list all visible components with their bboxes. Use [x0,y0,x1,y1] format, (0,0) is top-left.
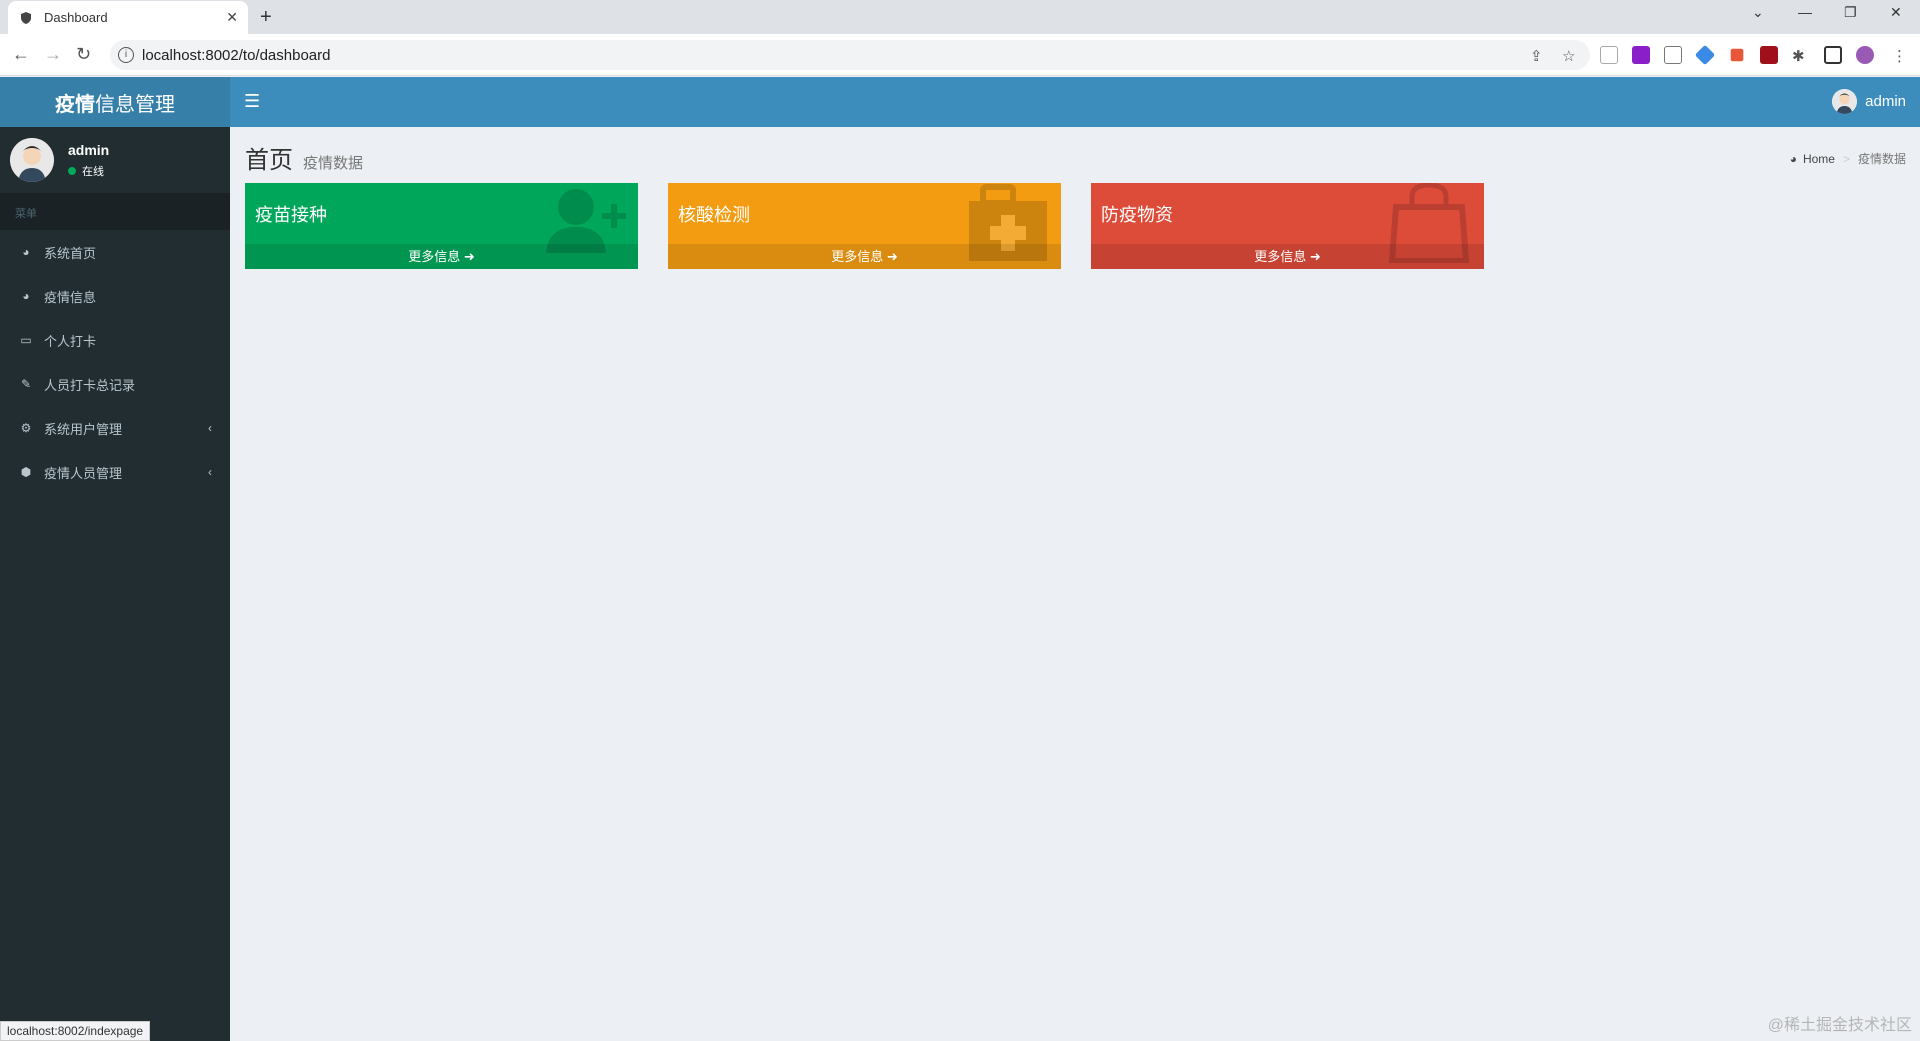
more-info-link[interactable]: 更多信息 ➜ [668,244,1061,269]
breadcrumb-separator: > [1842,151,1850,166]
tab-title: Dashboard [44,10,108,25]
sidebar-item-label: 系统用户管理 [44,421,123,437]
back-icon[interactable]: ← [12,44,30,65]
site-info-icon[interactable]: i [118,47,134,63]
ublock-icon[interactable] [1760,46,1778,64]
menu-kebab-icon[interactable]: ⋮ [1892,47,1907,65]
tab-search-icon[interactable]: ⌄ [1752,4,1764,21]
breadcrumb-home[interactable]: Home [1803,152,1835,166]
browser-tab[interactable]: Dashboard ✕ [8,1,248,34]
forward-icon[interactable]: → [44,44,62,65]
header-username: admin [1865,93,1906,110]
user-menu[interactable]: admin [1832,89,1906,114]
page-title: 首页 [245,147,293,174]
sidebar-item-label: 系统首页 [44,245,97,261]
extension-orange-icon[interactable] [1730,48,1744,62]
supplies-box: 防疫物资 更多信息 ➜ [1091,183,1484,269]
sidebar-item-epidemic-info[interactable]: ◕ 疫情信息 [0,274,230,318]
browser-toolbar: ← → ↻ i localhost:8002/to/dashboard ⇪ ☆ … [0,34,1920,76]
status-text: 在线 [82,165,104,178]
avatar [1832,89,1858,114]
sidebar-item-label: 人员打卡总记录 [44,377,136,393]
watermark: @稀土掘金技术社区 [1767,1017,1912,1034]
logo-bold: 疫情 [55,93,95,116]
dashboard-icon: ◕ [22,245,30,259]
extensions-puzzle-icon[interactable]: ✱ [1792,47,1805,65]
logo-rest: 信息管理 [95,93,175,116]
more-info-link[interactable]: 更多信息 ➜ [1091,244,1484,269]
user-panel: admin 在线 [0,127,230,193]
breadcrumb: ◕ Home > 疫情数据 [1790,150,1906,167]
extension-cursor-icon[interactable] [1600,46,1618,64]
shield-favicon-icon [18,10,34,26]
edit-icon: ✎ [20,377,32,391]
sidebar-item-checkin[interactable]: ▭ 个人打卡 [0,318,230,362]
dashboard-icon: ◕ [1789,151,1797,166]
box-title: 核酸检测 [678,205,750,225]
close-window-icon[interactable]: ✕ [1890,4,1902,21]
side-panel-icon[interactable] [1824,46,1842,64]
vaccination-box: 疫苗接种 更多信息 ➜ [245,183,638,269]
sidebar-item-label: 个人打卡 [44,333,97,349]
sidebar: admin 在线 菜单 ◕ 系统首页 ◕ 疫情信息 ▭ 个人打卡 ✎ 人员打卡总… [0,127,230,1041]
more-info-link[interactable]: 更多信息 ➜ [245,244,638,269]
content-header: 首页 疫情数据 [245,140,363,175]
sidebar-item-home[interactable]: ◕ 系统首页 [0,230,230,274]
arrow-circle-right-icon: ➜ [463,249,475,264]
page-subtitle: 疫情数据 [303,155,364,172]
arrow-circle-right-icon: ➜ [1309,249,1321,264]
chevron-left-icon: ‹ [208,465,212,479]
app-logo[interactable]: 疫情 信息管理 [0,77,230,127]
laptop-icon: ▭ [20,333,32,347]
minimize-icon[interactable]: — [1798,4,1812,20]
more-info-label: 更多信息 [408,249,461,264]
reload-icon[interactable]: ↻ [76,44,91,65]
box-title: 防疫物资 [1101,205,1173,225]
avatar [10,138,54,182]
app-header: 疫情 信息管理 ☰ admin [0,77,1920,127]
more-info-label: 更多信息 [831,249,884,264]
sidebar-item-label: 疫情信息 [44,289,97,305]
restore-icon[interactable]: ❐ [1844,4,1857,21]
sidebar-item-label: 疫情人员管理 [44,465,123,481]
address-bar[interactable]: i localhost:8002/to/dashboard [110,40,1590,70]
dashboard-icon: ◕ [22,289,30,303]
nucleic-test-box: 核酸检测 更多信息 ➜ [668,183,1061,269]
extension-window-icon[interactable] [1664,46,1682,64]
new-tab-icon[interactable]: + [260,6,272,29]
more-info-label: 更多信息 [1254,249,1307,264]
sidebar-toggle-icon[interactable]: ☰ [244,91,260,112]
breadcrumb-current: 疫情数据 [1857,152,1906,166]
cogs-icon: ⚙ [20,421,32,435]
profile-icon[interactable] [1856,46,1874,64]
extension-blue-icon[interactable] [1694,44,1716,66]
online-dot-icon [68,166,76,175]
url-text: localhost:8002/to/dashboard [142,46,331,64]
extension-purple-icon[interactable] [1632,46,1650,64]
sidebar-item-user-management[interactable]: ⚙ 系统用户管理 ‹ [0,406,230,450]
menu-header: 菜单 [0,193,230,230]
sidebar-item-personnel-management[interactable]: ⬢ 疫情人员管理 ‹ [0,450,230,494]
browser-status-url: localhost:8002/indexpage [0,1021,151,1041]
sidebar-item-checkin-records[interactable]: ✎ 人员打卡总记录 [0,362,230,406]
chevron-left-icon: ‹ [208,421,212,435]
close-tab-icon[interactable]: ✕ [226,9,238,26]
box-title: 疫苗接种 [255,205,327,225]
cube-icon: ⬢ [20,465,32,479]
bookmark-star-icon[interactable]: ☆ [1562,47,1575,65]
online-status[interactable]: 在线 [68,163,109,179]
share-icon[interactable]: ⇪ [1530,47,1543,65]
arrow-circle-right-icon: ➜ [886,249,898,264]
sidebar-username: admin [68,141,110,158]
browser-tabbar: Dashboard ✕ + ⌄ — ❐ ✕ [0,0,1920,34]
